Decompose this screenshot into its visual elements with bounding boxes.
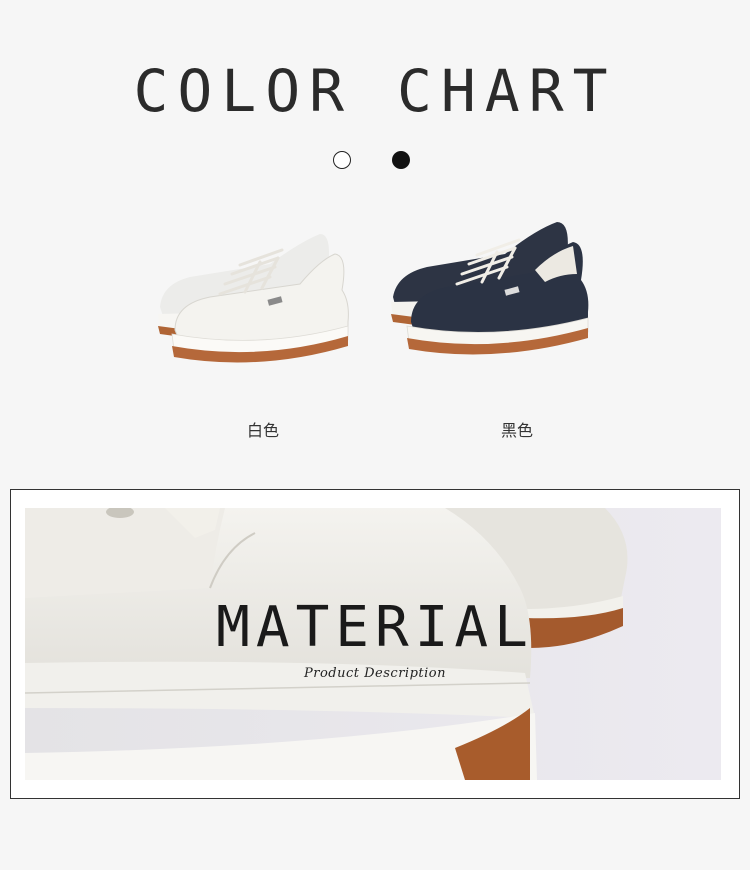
white-swatch[interactable]	[333, 151, 351, 169]
material-subtitle: Product Description	[304, 666, 446, 681]
color-chart-title: COLOR CHART	[133, 57, 617, 125]
black-sneaker-image	[391, 222, 589, 355]
white-sneaker-image	[158, 234, 349, 363]
white-variant-label: 白色	[246, 421, 279, 440]
material-title: MATERIAL	[216, 595, 534, 660]
color-swatches	[0, 151, 750, 173]
black-swatch[interactable]	[392, 151, 410, 169]
black-variant-label: 黑色	[500, 421, 533, 440]
